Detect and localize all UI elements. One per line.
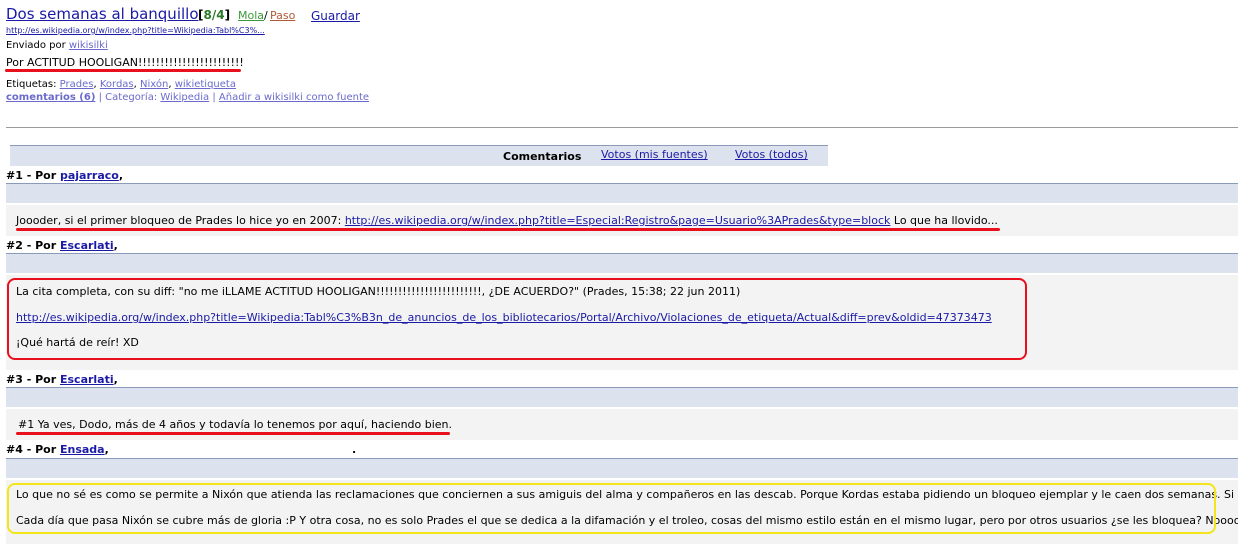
- tab-votes-mine[interactable]: Votos (mis fuentes): [601, 148, 708, 161]
- comment-text-pre: Joooder, si el primer bloqueo de Prades …: [16, 214, 342, 227]
- comment-bar: [6, 253, 1238, 273]
- vote-separator: /: [264, 9, 268, 22]
- story-headline: Por ACTITUD HOOLIGAN!!!!!!!!!!!!!!!!!!!!…: [6, 56, 244, 69]
- author-link[interactable]: wikisilki: [69, 40, 108, 51]
- story-title-link[interactable]: Dos semanas al banquillo: [6, 5, 199, 23]
- save-link[interactable]: Guardar: [311, 9, 360, 23]
- story-meta: comentarios (6) | Categoría: Wikipedia |…: [6, 92, 370, 103]
- tag-link[interactable]: Prades: [60, 79, 94, 90]
- story-url-link[interactable]: http://es.wikipedia.org/w/index.php?titl…: [6, 26, 265, 35]
- comment-user-link[interactable]: Escarlati: [60, 373, 114, 386]
- comment-number: #1 - Por: [6, 169, 57, 182]
- comment-number: #3 - Por: [6, 373, 57, 386]
- comment-bar: [6, 183, 1238, 203]
- comment-link[interactable]: http://es.wikipedia.org/w/index.php?titl…: [345, 214, 891, 227]
- comment-number: #2 - Por: [6, 239, 57, 252]
- comment-header: #4 - Por Ensada,: [6, 443, 109, 456]
- header-divider: [6, 127, 1238, 128]
- comment-text: #1 Ya ves, Dodo, más de 4 años y todavía…: [18, 418, 453, 431]
- category-label: | Categoría:: [98, 92, 158, 103]
- comment-header: #2 - Por Escarlati,: [6, 239, 118, 252]
- tags-label: Etiquetas:: [6, 79, 57, 90]
- paso-vote-link[interactable]: Paso: [270, 9, 295, 22]
- tab-comments[interactable]: Comentarios: [503, 150, 581, 163]
- annotation-box: [7, 278, 1027, 360]
- tags-row: Etiquetas: Prades, Kordas, Nixón, wikiet…: [6, 79, 236, 90]
- comment-header-trail: .: [352, 443, 357, 456]
- tag-link[interactable]: Kordas: [100, 79, 134, 90]
- annotation-underline: [16, 432, 450, 435]
- comment-text: Joooder, si el primer bloqueo de Prades …: [16, 214, 998, 227]
- tag-link[interactable]: wikietiqueta: [175, 79, 236, 90]
- comment-user-link[interactable]: Ensada: [60, 443, 105, 456]
- mola-vote-link[interactable]: Mola: [238, 9, 264, 22]
- annotation-underline: [16, 228, 1000, 231]
- comment-user-link[interactable]: pajarraco: [60, 169, 119, 182]
- comment-user-link[interactable]: Escarlati: [60, 239, 114, 252]
- sent-by: Enviado por wikisilki: [6, 40, 108, 51]
- comment-number: #4 - Por: [6, 443, 57, 456]
- comment-header: #1 - Por pajarraco,: [6, 169, 124, 182]
- category-link[interactable]: Wikipedia: [160, 92, 209, 103]
- tag-link[interactable]: Nixón: [140, 79, 168, 90]
- comment-bar: [6, 387, 1238, 407]
- vote-count: [8/4]: [198, 8, 231, 22]
- comment-header: #3 - Por Escarlati,: [6, 373, 118, 386]
- annotation-box: [7, 483, 1216, 534]
- add-source-link[interactable]: Añadir a wikisilki como fuente: [219, 92, 369, 103]
- comment-bar: [6, 458, 1238, 478]
- comments-count-link[interactable]: comentarios (6): [6, 92, 95, 103]
- comment-text-post: Lo que ha llovido...: [893, 214, 998, 227]
- sent-by-label: Enviado por: [6, 40, 66, 51]
- annotation-underline: [5, 69, 241, 72]
- tab-votes-all[interactable]: Votos (todos): [735, 148, 808, 161]
